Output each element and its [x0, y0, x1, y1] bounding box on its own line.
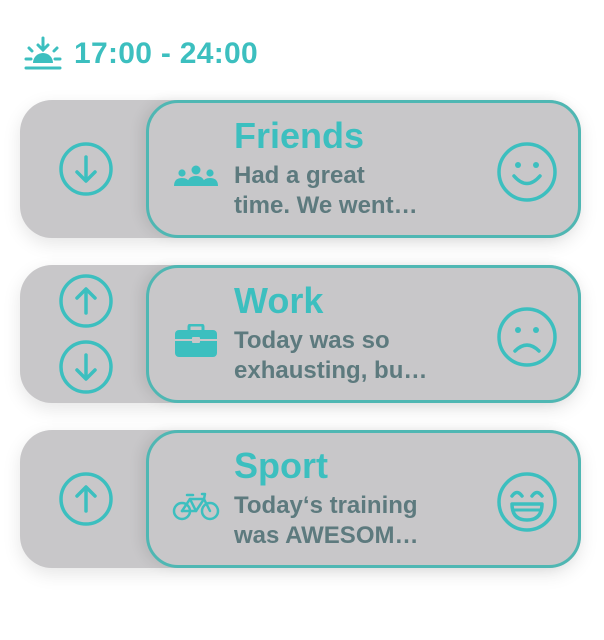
briefcase-icon [171, 324, 221, 358]
entry-title: Work [234, 280, 324, 321]
entry-preview-line: Today‘s training [234, 492, 418, 519]
entry-card-friends[interactable]: Friends Had a great time. We went… [146, 100, 581, 238]
entry-preview: Had a great time. We went… [234, 161, 474, 221]
very-happy-face-icon [497, 472, 557, 532]
reorder-controls [56, 430, 116, 568]
entry-preview-line: Today was so [234, 327, 390, 354]
bicycle-icon [171, 489, 221, 523]
sad-face-icon [497, 307, 557, 367]
entry-title: Sport [234, 445, 328, 486]
entry-row-sport: Sport Today‘s training was AWESOM… [20, 430, 581, 568]
entry-preview-line: exhausting, bu… [234, 357, 428, 384]
entry-preview-line: time. We went… [234, 192, 418, 219]
entry-preview: Today‘s training was AWESOM… [234, 491, 474, 551]
move-up-button[interactable] [57, 470, 115, 528]
entry-preview-line: was AWESOM… [234, 522, 419, 549]
entry-card-sport[interactable]: Sport Today‘s training was AWESOM… [146, 430, 581, 568]
reorder-controls [56, 265, 116, 403]
move-down-button[interactable] [57, 140, 115, 198]
time-range-header: 17:00 - 24:00 [24, 36, 258, 72]
time-range-label: 17:00 - 24:00 [74, 37, 259, 70]
move-up-button[interactable] [57, 272, 115, 330]
people-icon [171, 159, 221, 193]
entry-preview-line: Had a great [234, 162, 365, 189]
sunset-icon [24, 36, 62, 72]
move-down-button[interactable] [57, 338, 115, 396]
entry-preview: Today was so exhausting, bu… [234, 326, 474, 386]
entry-card-work[interactable]: Work Today was so exhausting, bu… [146, 265, 581, 403]
happy-face-icon [497, 142, 557, 202]
entry-title: Friends [234, 115, 365, 156]
entry-row-friends: Friends Had a great time. We went… [20, 100, 581, 238]
entry-row-work: Work Today was so exhausting, bu… [20, 265, 581, 403]
reorder-controls [56, 100, 116, 238]
